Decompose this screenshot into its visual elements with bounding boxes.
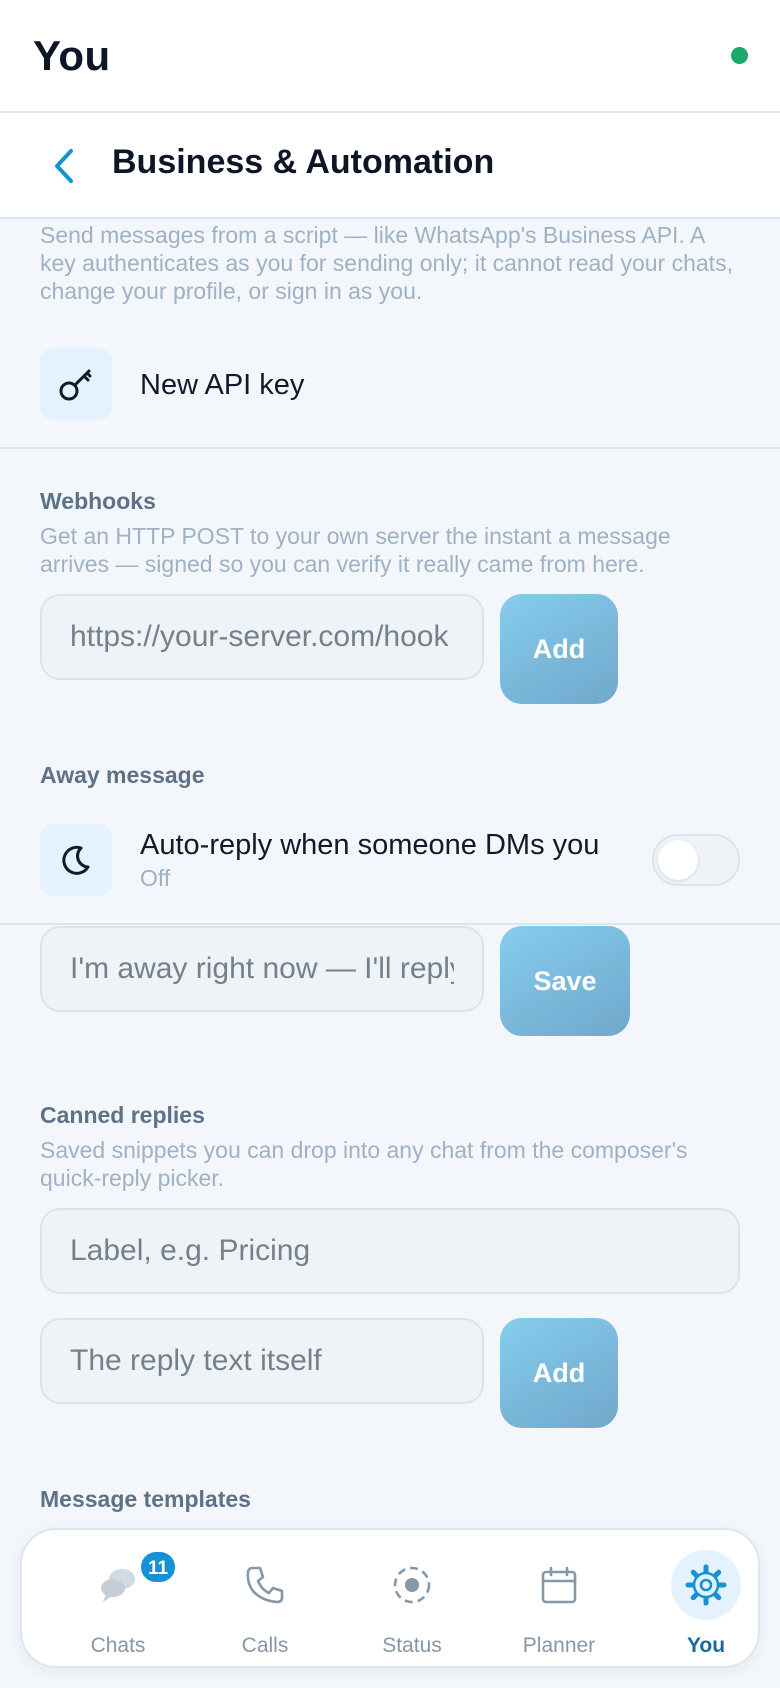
canned-replies-description: Saved snippets you can drop into any cha…: [40, 1137, 688, 1191]
canned-text-input[interactable]: [40, 1318, 484, 1404]
away-toggle-state: Off: [140, 865, 171, 891]
nav-label: Planner: [522, 1634, 596, 1657]
phone-icon: [246, 1566, 284, 1604]
bottom-nav: 11 Chats Calls Status Planner You: [20, 1528, 760, 1668]
status-ring-icon: [393, 1566, 431, 1604]
app-header: You: [0, 0, 780, 113]
nav-item-chats[interactable]: 11 Chats: [48, 1530, 188, 1666]
away-message-toggle[interactable]: [652, 834, 740, 886]
nav-item-calls[interactable]: Calls: [195, 1530, 335, 1666]
webhook-url-input[interactable]: [40, 594, 484, 680]
webhooks-title: Webhooks: [40, 488, 156, 514]
nav-icon-wrap: [377, 1550, 447, 1620]
nav-label: Status: [382, 1634, 442, 1657]
page-title: Business & Automation: [112, 143, 495, 181]
chevron-left-icon: [55, 149, 73, 183]
moon-icon: [62, 845, 90, 875]
nav-label: Chats: [90, 1634, 146, 1657]
gear-icon: [685, 1564, 727, 1606]
nav-label: You: [686, 1634, 726, 1657]
nav-label: Calls: [241, 1634, 289, 1657]
nav-icon-wrap: [230, 1550, 300, 1620]
nav-icon-wrap: [671, 1550, 741, 1620]
canned-label-input[interactable]: [40, 1208, 740, 1294]
new-api-key-button[interactable]: New API key: [140, 369, 304, 402]
app-title: You: [33, 32, 111, 79]
save-away-message-button[interactable]: Save: [500, 926, 630, 1036]
away-message-title: Away message: [40, 762, 205, 788]
away-moon-tile: [40, 824, 112, 896]
online-status-dot: [731, 47, 748, 64]
section-divider: [0, 447, 780, 449]
add-webhook-button[interactable]: Add: [500, 594, 618, 704]
api-key-tile: [40, 348, 112, 420]
toggle-knob: [658, 840, 698, 880]
back-button[interactable]: [44, 142, 84, 190]
message-templates-title: Message templates: [40, 1486, 251, 1512]
api-description: Send messages from a script — like Whats…: [40, 222, 733, 304]
add-canned-reply-button[interactable]: Add: [500, 1318, 618, 1428]
chat-bubbles-icon: [101, 1569, 135, 1602]
section-divider: [0, 923, 780, 925]
nav-item-you[interactable]: You: [636, 1530, 776, 1666]
key-icon: [59, 369, 92, 401]
canned-replies-title: Canned replies: [40, 1102, 205, 1128]
nav-item-status[interactable]: Status: [342, 1530, 482, 1666]
calendar-icon: [541, 1566, 577, 1604]
nav-item-planner[interactable]: Planner: [489, 1530, 629, 1666]
away-message-input[interactable]: [40, 926, 484, 1012]
unread-badge: 11: [139, 1550, 177, 1584]
away-toggle-label: Auto-reply when someone DMs you: [140, 829, 600, 861]
nav-icon-wrap: [524, 1550, 594, 1620]
webhooks-description: Get an HTTP POST to your own server the …: [40, 523, 671, 577]
